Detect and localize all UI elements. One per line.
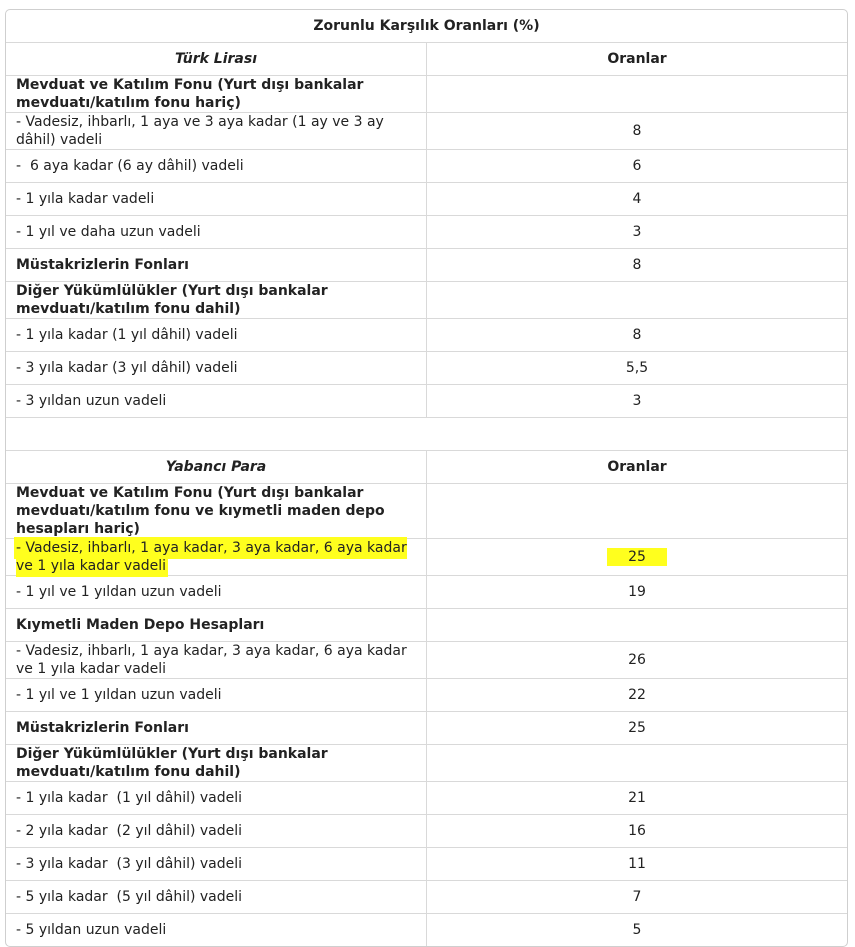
row-rate: 25 (426, 711, 847, 745)
fx-header-row: Yabancı Para Oranlar (6, 450, 847, 484)
table-row: - 5 yıldan uzun vadeli 5 (6, 913, 847, 946)
row-label: - Vadesiz, ihbarlı, 1 aya ve 3 aya kadar… (6, 112, 427, 150)
row-label: - 3 yıla kadar (3 yıl dâhil) vadeli (6, 351, 427, 385)
row-label: Müstakrizlerin Fonları (6, 711, 427, 745)
table-row: - 3 yıldan uzun vadeli 3 (6, 384, 847, 418)
row-label: Mevduat ve Katılım Fonu (Yurt dışı banka… (6, 75, 427, 113)
row-label: - 1 yıl ve 1 yıldan uzun vadeli (6, 575, 427, 609)
row-rate (426, 608, 847, 642)
table-row: - 3 yıla kadar (3 yıl dâhil) vadeli 11 (6, 847, 847, 881)
table-row: - 1 yıl ve 1 yıldan uzun vadeli 19 (6, 575, 847, 609)
row-label: - 1 yıl ve 1 yıldan uzun vadeli (6, 678, 427, 712)
row-rate: 16 (426, 814, 847, 848)
row-label: - 5 yıla kadar (5 yıl dâhil) vadeli (6, 880, 427, 914)
row-rate (426, 281, 847, 319)
row-rate: 22 (426, 678, 847, 712)
row-label: - 2 yıla kadar (2 yıl dâhil) vadeli (6, 814, 427, 848)
table-row: - Vadesiz, ihbarlı, 1 aya kadar, 3 aya k… (6, 641, 847, 679)
table-row: Mevduat ve Katılım Fonu (Yurt dışı banka… (6, 75, 847, 113)
row-rate: 7 (426, 880, 847, 914)
table-row: Diğer Yükümlülükler (Yurt dışı bankalar … (6, 281, 847, 319)
table-row: - 5 yıla kadar (5 yıl dâhil) vadeli 7 (6, 880, 847, 914)
row-label: Diğer Yükümlülükler (Yurt dışı bankalar … (6, 281, 427, 319)
spacer-row (6, 417, 847, 451)
table-row: Mevduat ve Katılım Fonu (Yurt dışı banka… (6, 483, 847, 539)
highlighter-mark-rate: 25 (607, 548, 667, 566)
tl-rate-header: Oranlar (426, 42, 847, 76)
row-label: - 6 aya kadar (6 ay dâhil) vadeli (6, 149, 427, 183)
row-label: - Vadesiz, ihbarlı, 1 aya kadar, 3 aya k… (6, 641, 427, 679)
table-row: Diğer Yükümlülükler (Yurt dışı bankalar … (6, 744, 847, 782)
row-rate: 5 (426, 913, 847, 946)
table-row: - 3 yıla kadar (3 yıl dâhil) vadeli 5,5 (6, 351, 847, 385)
row-rate: 8 (426, 318, 847, 352)
table-row: - 1 yıl ve daha uzun vadeli 3 (6, 215, 847, 249)
row-label: - 1 yıla kadar (1 yıl dâhil) vadeli (6, 318, 427, 352)
table-row: Kıymetli Maden Depo Hesapları (6, 608, 847, 642)
row-rate: 3 (426, 215, 847, 249)
highlighter-mark: - Vadesiz, ihbarlı, 1 aya kadar, 3 aya k… (16, 539, 407, 575)
row-label: - 3 yıla kadar (3 yıl dâhil) vadeli (6, 847, 427, 881)
table-title-row: Zorunlu Karşılık Oranları (%) (6, 10, 847, 43)
row-label: - 1 yıla kadar vadeli (6, 182, 427, 216)
table-row: - 1 yıla kadar (1 yıl dâhil) vadeli 21 (6, 781, 847, 815)
row-label: - 1 yıla kadar (1 yıl dâhil) vadeli (6, 781, 427, 815)
table-title: Zorunlu Karşılık Oranları (%) (313, 18, 540, 34)
table-row: - 6 aya kadar (6 ay dâhil) vadeli 6 (6, 149, 847, 183)
table-row: - 1 yıla kadar vadeli 4 (6, 182, 847, 216)
row-label: - 3 yıldan uzun vadeli (6, 384, 427, 418)
row-label: - 1 yıl ve daha uzun vadeli (6, 215, 427, 249)
row-rate: 6 (426, 149, 847, 183)
highlighted-row: - Vadesiz, ihbarlı, 1 aya kadar, 3 aya k… (6, 538, 847, 576)
row-rate: 21 (426, 781, 847, 815)
row-rate (426, 483, 847, 539)
row-label: - 5 yıldan uzun vadeli (6, 913, 427, 946)
spacer-cell (6, 417, 847, 451)
row-label: Müstakrizlerin Fonları (6, 248, 427, 282)
row-rate: 5,5 (426, 351, 847, 385)
table-row: - 1 yıla kadar (1 yıl dâhil) vadeli 8 (6, 318, 847, 352)
row-rate: 3 (426, 384, 847, 418)
tl-currency-header: Türk Lirası (6, 42, 427, 76)
row-rate: 19 (426, 575, 847, 609)
reserve-rates-table: Zorunlu Karşılık Oranları (%) Türk Liras… (6, 10, 847, 946)
row-label: Kıymetli Maden Depo Hesapları (6, 608, 427, 642)
fx-rate-header: Oranlar (426, 450, 847, 484)
table-row: Müstakrizlerin Fonları 8 (6, 248, 847, 282)
table-row: Müstakrizlerin Fonları 25 (6, 711, 847, 745)
row-rate: 8 (426, 112, 847, 150)
table-row: - 2 yıla kadar (2 yıl dâhil) vadeli 16 (6, 814, 847, 848)
reserve-rates-table-container: Zorunlu Karşılık Oranları (%) Türk Liras… (5, 9, 848, 947)
row-rate: 26 (426, 641, 847, 679)
table-row: - 1 yıl ve 1 yıldan uzun vadeli 22 (6, 678, 847, 712)
row-rate (426, 75, 847, 113)
fx-currency-header: Yabancı Para (6, 450, 427, 484)
row-label-highlighted: - Vadesiz, ihbarlı, 1 aya kadar, 3 aya k… (6, 538, 427, 576)
tl-header-row: Türk Lirası Oranlar (6, 42, 847, 76)
row-label: Diğer Yükümlülükler (Yurt dışı bankalar … (6, 744, 427, 782)
row-label: Mevduat ve Katılım Fonu (Yurt dışı banka… (6, 483, 427, 539)
row-rate-highlighted: 25 (426, 538, 847, 576)
row-rate: 8 (426, 248, 847, 282)
row-rate: 11 (426, 847, 847, 881)
row-rate: 4 (426, 182, 847, 216)
row-rate (426, 744, 847, 782)
table-row: - Vadesiz, ihbarlı, 1 aya ve 3 aya kadar… (6, 112, 847, 150)
